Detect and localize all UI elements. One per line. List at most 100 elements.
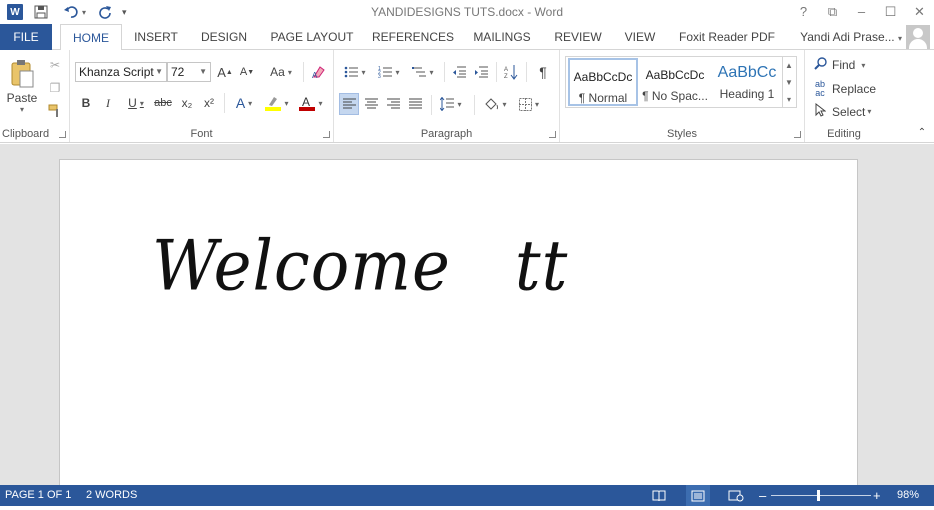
change-case-label: Aa bbox=[270, 65, 285, 79]
change-case-button[interactable]: Aa bbox=[266, 62, 296, 82]
style-no-spacing[interactable]: AaBbCcDc ¶ No Spac... bbox=[640, 58, 710, 106]
collapse-ribbon-icon[interactable]: ⌃ bbox=[916, 126, 928, 138]
align-center-icon[interactable] bbox=[361, 93, 381, 115]
repeat-icon[interactable] bbox=[98, 4, 112, 20]
justify-icon[interactable] bbox=[405, 93, 425, 115]
sort-icon[interactable]: AZ bbox=[502, 62, 520, 82]
ribbon-display-icon[interactable]: ⧉ bbox=[818, 0, 847, 24]
font-family-value: Khanza Script bbox=[79, 65, 154, 79]
bullets-icon[interactable] bbox=[340, 62, 370, 82]
styles-more-icon[interactable]: ▾ bbox=[782, 91, 796, 108]
word-count[interactable]: 2 WORDS bbox=[86, 485, 137, 506]
help-icon[interactable]: ? bbox=[789, 0, 818, 24]
font-size-select[interactable]: 72 ▼ bbox=[167, 62, 211, 82]
replace-button[interactable]: ab ac Replace bbox=[812, 80, 876, 98]
copy-icon[interactable]: ❐ bbox=[46, 79, 64, 97]
line-spacing-icon[interactable] bbox=[436, 93, 466, 115]
bold-button[interactable]: B bbox=[78, 93, 94, 113]
tab-references[interactable]: REFERENCES bbox=[370, 24, 456, 50]
clear-formatting-icon[interactable]: A bbox=[310, 62, 328, 82]
shrink-font-label: A bbox=[239, 66, 248, 78]
paste-icon bbox=[11, 59, 34, 87]
select-label: Select bbox=[832, 104, 866, 119]
zoom-slider[interactable] bbox=[771, 495, 871, 496]
tab-file[interactable]: FILE bbox=[0, 24, 52, 50]
clipboard-group: Paste ▾ ✂ ❐ Clipboard bbox=[0, 50, 70, 142]
customize-qat-icon[interactable]: ▾ bbox=[122, 4, 127, 20]
minimize-button[interactable]: – bbox=[847, 0, 876, 24]
find-icon bbox=[812, 57, 828, 73]
style-no-spacing-name: ¶ No Spac... bbox=[642, 89, 708, 103]
font-launcher-icon[interactable] bbox=[323, 131, 330, 138]
grow-font-button[interactable]: A ▲ bbox=[216, 62, 234, 82]
shrink-font-button[interactable]: A ▼ bbox=[238, 62, 256, 82]
title-bar: W ▾ ▾ YANDIDESIGNS TUTS.docx - Word ? ⧉ … bbox=[0, 0, 934, 24]
select-button[interactable]: Select ▾ bbox=[812, 102, 871, 120]
save-icon[interactable] bbox=[34, 4, 48, 20]
read-mode-icon[interactable] bbox=[652, 485, 666, 510]
clipboard-launcher-icon[interactable] bbox=[59, 131, 66, 138]
tab-mailings[interactable]: MAILINGS bbox=[466, 24, 538, 50]
page-count[interactable]: PAGE 1 OF 1 bbox=[5, 485, 71, 506]
styles-scroll-up-icon[interactable]: ▲ bbox=[782, 57, 796, 74]
paragraph-launcher-icon[interactable] bbox=[549, 131, 556, 138]
format-painter-icon[interactable] bbox=[46, 102, 64, 120]
tab-design[interactable]: DESIGN bbox=[194, 24, 254, 50]
print-layout-icon[interactable] bbox=[686, 485, 710, 506]
tab-foxit-reader-pdf[interactable]: Foxit Reader PDF bbox=[676, 24, 778, 50]
styles-scroll-down-icon[interactable]: ▼ bbox=[782, 74, 796, 91]
underline-button[interactable]: U bbox=[122, 93, 150, 113]
font-color-icon[interactable]: A bbox=[296, 93, 326, 113]
document-text[interactable]: Welcome tt bbox=[152, 227, 568, 307]
decrease-indent-icon[interactable] bbox=[450, 62, 468, 82]
borders-icon[interactable] bbox=[514, 93, 544, 115]
svg-text:Z: Z bbox=[504, 74, 508, 80]
tab-home[interactable]: HOME bbox=[60, 24, 122, 51]
style-heading-1-name: Heading 1 bbox=[719, 87, 775, 101]
superscript-button[interactable]: x² bbox=[200, 93, 218, 113]
increase-indent-icon[interactable] bbox=[472, 62, 490, 82]
zoom-level[interactable]: 98% bbox=[897, 485, 919, 506]
web-layout-icon[interactable] bbox=[728, 485, 744, 510]
avatar[interactable] bbox=[906, 25, 930, 49]
numbering-icon[interactable]: 123 bbox=[374, 62, 404, 82]
styles-launcher-icon[interactable] bbox=[794, 131, 801, 138]
highlight-color-icon[interactable] bbox=[262, 93, 292, 113]
tab-review[interactable]: REVIEW bbox=[548, 24, 608, 50]
style-normal[interactable]: AaBbCcDc ¶ Normal bbox=[568, 58, 638, 106]
text-effects-icon[interactable]: A bbox=[230, 93, 258, 113]
style-heading-1-preview: AaBbCc bbox=[717, 64, 777, 81]
shading-icon[interactable] bbox=[480, 93, 510, 115]
italic-button[interactable]: I bbox=[100, 93, 116, 113]
paste-button[interactable]: Paste ▾ bbox=[6, 56, 38, 116]
document-page[interactable]: Welcome tt bbox=[59, 159, 858, 489]
tab-view[interactable]: VIEW bbox=[618, 24, 662, 50]
show-hide-pilcrow-button[interactable]: ¶ bbox=[534, 62, 552, 82]
multilevel-list-icon[interactable] bbox=[408, 62, 438, 82]
window-controls: ? ⧉ – ☐ ✕ bbox=[789, 0, 934, 24]
undo-icon[interactable]: ▾ bbox=[64, 4, 86, 20]
font-family-select[interactable]: Khanza Script ▼ bbox=[75, 62, 167, 82]
paste-label: Paste bbox=[6, 90, 38, 105]
word-app-icon[interactable]: W bbox=[7, 4, 23, 20]
maximize-button[interactable]: ☐ bbox=[876, 0, 905, 24]
zoom-out-button[interactable]: – bbox=[759, 485, 766, 506]
subscript-button[interactable]: x₂ bbox=[178, 93, 196, 113]
ribbon: Paste ▾ ✂ ❐ Clipboard Khanza Script ▼ 72 ▼… bbox=[0, 50, 934, 143]
align-right-icon[interactable] bbox=[383, 93, 403, 115]
styles-scroll[interactable]: ▲ ▼ ▾ bbox=[782, 56, 797, 108]
user-account[interactable]: Yandi Adi Prase... ▾ bbox=[800, 24, 902, 50]
style-normal-name: ¶ Normal bbox=[578, 91, 628, 105]
grow-font-label: A bbox=[217, 64, 226, 80]
zoom-slider-thumb[interactable] bbox=[817, 490, 820, 501]
align-left-icon[interactable] bbox=[339, 93, 359, 115]
find-button[interactable]: Find ▾ bbox=[812, 57, 865, 73]
zoom-in-button[interactable]: + bbox=[873, 485, 881, 506]
style-heading-1[interactable]: AaBbCc Heading 1 bbox=[712, 58, 782, 106]
editing-label: Editing bbox=[827, 128, 861, 140]
tab-page-layout[interactable]: PAGE LAYOUT bbox=[264, 24, 360, 50]
cut-icon[interactable]: ✂ bbox=[46, 56, 64, 74]
close-button[interactable]: ✕ bbox=[905, 0, 934, 24]
tab-insert[interactable]: INSERT bbox=[128, 24, 184, 50]
strikethrough-button[interactable]: abc bbox=[152, 93, 174, 113]
